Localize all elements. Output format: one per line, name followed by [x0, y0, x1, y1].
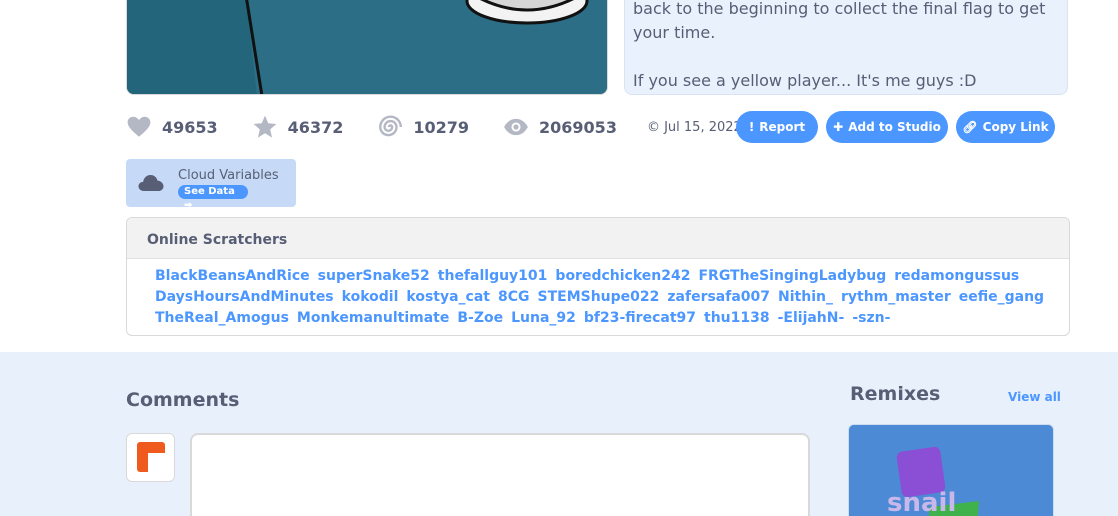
online-user-link[interactable]: boredchicken242 — [555, 266, 690, 287]
project-player[interactable] — [126, 0, 608, 95]
report-button[interactable]: ! Report — [736, 111, 818, 143]
online-scratchers-panel: Online Scratchers BlackBeansAndRice super… — [126, 217, 1070, 336]
view-all-remixes-link[interactable]: View all — [1008, 390, 1061, 404]
online-user-list: BlackBeansAndRice superSnake52 thefallguy1… — [127, 259, 1067, 329]
shared-date: © Jul 15, 2022 — [647, 120, 742, 135]
notes-line: If you see a yellow player... It's me gu… — [633, 71, 977, 90]
online-user-link[interactable]: DaysHoursAndMinutes — [155, 287, 334, 308]
online-user-link[interactable]: thu1138 — [704, 308, 770, 329]
comment-input[interactable] — [190, 433, 810, 516]
copy-link-label: Copy Link — [982, 120, 1049, 134]
love-count: 49653 — [162, 117, 218, 137]
comments-title: Comments — [126, 389, 240, 411]
user-avatar-image — [137, 442, 165, 472]
online-user-link[interactable]: -ElijahN- — [778, 308, 845, 329]
remix-stat: 10279 — [377, 114, 469, 140]
heart-icon — [127, 116, 151, 137]
player-stage-graphic — [127, 0, 607, 94]
online-user-link[interactable]: bf23-firecat97 — [584, 308, 696, 329]
project-stats: 49653 46372 10279 2069053 © Jul 15, 2022 — [126, 110, 742, 144]
arrow-right-icon: ➡ — [184, 199, 193, 211]
online-user-link[interactable]: thefallguy101 — [438, 266, 548, 287]
online-user-link[interactable]: Nithin_ — [778, 287, 833, 308]
star-icon — [253, 115, 277, 138]
online-scratchers-heading: Online Scratchers — [127, 218, 1069, 259]
see-data-button[interactable]: See Data ➡ — [178, 184, 248, 211]
see-data-label: See Data — [184, 185, 235, 197]
add-to-studio-button[interactable]: ✚ Add to Studio — [826, 111, 948, 143]
love-stat[interactable]: 49653 — [126, 114, 218, 140]
cloud-variables-panel: Cloud Variables See Data ➡ — [126, 159, 296, 211]
view-count: 2069053 — [539, 117, 617, 137]
online-user-link[interactable]: zafersafa007 — [667, 287, 770, 308]
online-user-link[interactable]: BlackBeansAndRice — [155, 266, 310, 287]
remix-thumbnail-image: snail — [849, 425, 1053, 516]
online-user-link[interactable]: Luna_92 — [511, 308, 576, 329]
view-stat: 2069053 — [503, 114, 617, 140]
online-user-link[interactable]: 8CG — [498, 287, 530, 308]
exclamation-icon: ! — [748, 120, 755, 134]
copy-link-button[interactable]: 🔗︎ Copy Link — [956, 111, 1055, 143]
online-user-link[interactable]: superSnake52 — [318, 266, 430, 287]
remix-count: 10279 — [413, 117, 470, 137]
avatar[interactable] — [126, 433, 175, 482]
online-user-link[interactable]: kokodil — [342, 287, 399, 308]
online-user-link[interactable]: STEMShupe022 — [538, 287, 660, 308]
notes-line: your time. — [633, 23, 716, 42]
online-user-link[interactable]: B-Zoe — [457, 308, 503, 329]
add-to-studio-label: Add to Studio — [848, 120, 941, 134]
copyright-icon: © — [646, 119, 660, 135]
remix-spiral-icon — [379, 115, 403, 137]
online-user-link[interactable]: -szn- — [852, 308, 890, 329]
online-user-link[interactable]: kostya_cat — [406, 287, 490, 308]
online-user-link[interactable]: rythm_master — [841, 287, 951, 308]
online-user-link[interactable]: FRGTheSingingLadybug — [698, 266, 886, 287]
plus-icon: ✚ — [833, 120, 844, 134]
project-notes: back to the beginning to collect the fin… — [624, 0, 1068, 95]
online-user-link[interactable]: Monkemanultimate — [297, 308, 449, 329]
cloud-variables-title: Cloud Variables — [178, 167, 279, 183]
report-label: Report — [759, 120, 806, 134]
favorite-stat[interactable]: 46372 — [252, 114, 344, 140]
favorite-count: 46372 — [287, 117, 344, 137]
online-user-link[interactable]: redamongussus — [894, 266, 1019, 287]
online-user-link[interactable]: eefie_gang — [959, 287, 1044, 308]
link-icon: 🔗︎ — [962, 120, 978, 134]
remixes-title: Remixes — [850, 383, 941, 405]
remix-thumbnail[interactable]: snail — [848, 424, 1054, 516]
remix-thumb-text: snail — [887, 488, 956, 516]
cloud-icon — [138, 175, 164, 191]
eye-icon — [504, 118, 528, 136]
shared-date-text: Jul 15, 2022 — [664, 119, 742, 135]
online-user-link[interactable]: TheReal_Amogus — [155, 308, 289, 329]
notes-line: back to the beginning to collect the fin… — [633, 0, 1046, 18]
